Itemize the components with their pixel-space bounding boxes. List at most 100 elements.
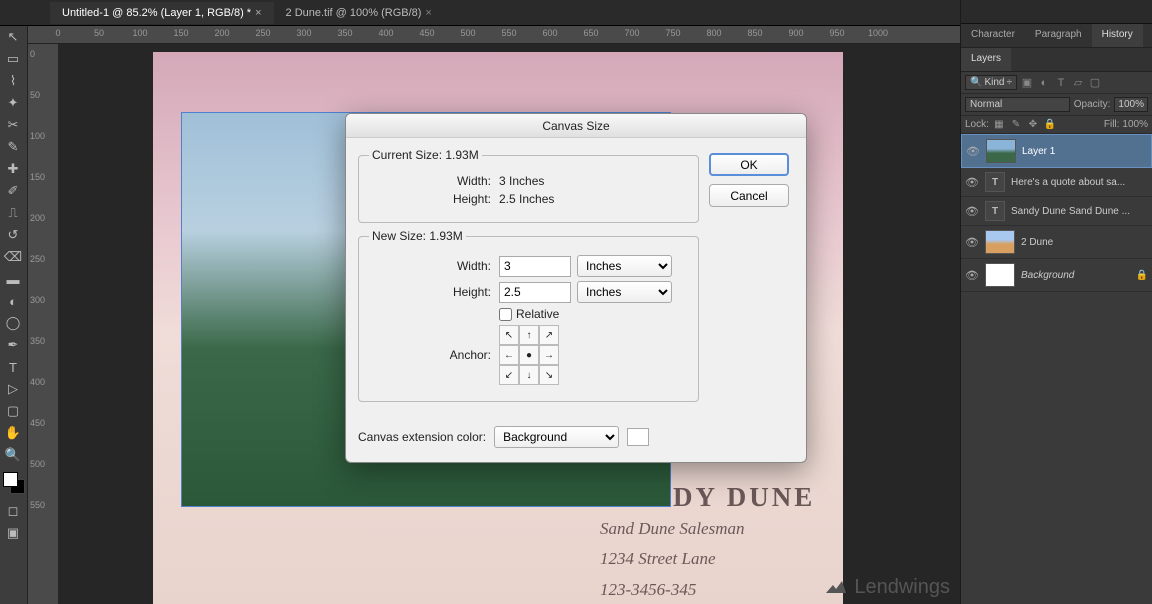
doc-tab-1[interactable]: Untitled-1 @ 85.2% (Layer 1, RGB/8) *× — [50, 2, 274, 24]
quickmask-icon[interactable]: ◻ — [0, 500, 26, 522]
layer-name: Sandy Dune Sand Dune ... — [1011, 206, 1148, 217]
tab-layers[interactable]: Layers — [961, 48, 1011, 71]
color-swatch[interactable] — [3, 472, 25, 494]
visibility-icon[interactable]: 👁 — [965, 236, 979, 249]
anchor-e[interactable]: → — [539, 345, 559, 365]
width-input[interactable] — [499, 256, 571, 277]
doc-tab-2[interactable]: 2 Dune.tif @ 100% (RGB/8)× — [274, 2, 444, 24]
anchor-n[interactable]: ↑ — [519, 325, 539, 345]
current-height-value: 2.5 Inches — [499, 192, 554, 206]
move-tool-icon[interactable]: ↖ — [0, 26, 26, 48]
hand-tool-icon[interactable]: ✋ — [0, 422, 26, 444]
zoom-tool-icon[interactable]: 🔍 — [0, 444, 26, 466]
blend-mode-select[interactable]: Normal — [965, 97, 1070, 112]
fill-value[interactable]: 100% — [1122, 119, 1148, 130]
layer-name: 2 Dune — [1021, 237, 1148, 248]
panel-tabs-upper: Character Paragraph History — [961, 24, 1152, 48]
close-icon[interactable]: × — [255, 7, 261, 19]
layer-thumb[interactable]: T — [985, 172, 1005, 192]
stamp-tool-icon[interactable]: ⎍ — [0, 202, 26, 224]
history-brush-icon[interactable]: ↺ — [0, 224, 26, 246]
eyedropper-icon[interactable]: ✎ — [0, 136, 26, 158]
extension-color-label: Canvas extension color: — [358, 430, 486, 444]
layer-thumb[interactable]: T — [985, 201, 1005, 221]
width-label: Width: — [369, 174, 499, 188]
layer-filter-kind[interactable]: 🔍 Kind ÷ — [965, 75, 1017, 90]
layer-thumb[interactable] — [985, 230, 1015, 254]
layer-row[interactable]: 👁 T Here's a quote about sa... — [961, 168, 1152, 197]
lock-all-icon[interactable]: 🔒 — [1043, 119, 1057, 130]
filter-type-icon[interactable]: T — [1054, 76, 1068, 90]
new-size-group: New Size: 1.93M Width: Inches Height: In… — [358, 229, 699, 402]
anchor-ne[interactable]: ↗ — [539, 325, 559, 345]
anchor-c[interactable]: ● — [519, 345, 539, 365]
healing-brush-icon[interactable]: ✚ — [0, 158, 26, 180]
filter-adjust-icon[interactable]: ◐ — [1037, 76, 1051, 90]
design-text-title[interactable]: Sand Dune Salesman — [600, 519, 744, 539]
lock-pixels-icon[interactable]: ✎ — [1009, 119, 1023, 130]
width-unit-select[interactable]: Inches — [577, 255, 672, 277]
path-tool-icon[interactable]: ▷ — [0, 378, 26, 400]
marquee-tool-icon[interactable]: ▭ — [0, 48, 26, 70]
eraser-tool-icon[interactable]: ⌫ — [0, 246, 26, 268]
lasso-tool-icon[interactable]: ⌇ — [0, 70, 26, 92]
anchor-label: Anchor: — [369, 348, 499, 362]
design-text-phone[interactable]: 123-3456-345 — [600, 580, 696, 600]
fg-color-icon[interactable] — [3, 472, 18, 487]
watermark: Lendwings — [824, 575, 950, 599]
type-tool-icon[interactable]: T — [0, 356, 26, 378]
extension-color-swatch[interactable] — [627, 428, 649, 446]
layer-row[interactable]: 👁 Layer 1 — [961, 134, 1152, 168]
relative-checkbox[interactable] — [499, 308, 512, 321]
visibility-icon[interactable]: 👁 — [965, 176, 979, 189]
ok-button[interactable]: OK — [709, 153, 789, 176]
lock-transparency-icon[interactable]: ▦ — [992, 119, 1006, 130]
height-input[interactable] — [499, 282, 571, 303]
height-unit-select[interactable]: Inches — [577, 281, 672, 303]
design-text-address[interactable]: 1234 Street Lane — [600, 549, 716, 569]
filter-shape-icon[interactable]: ▱ — [1071, 76, 1085, 90]
brush-tool-icon[interactable]: ✐ — [0, 180, 26, 202]
blur-tool-icon[interactable]: ◐ — [0, 290, 26, 312]
layer-thumb[interactable] — [986, 139, 1016, 163]
screen-mode-icon[interactable]: ▣ — [0, 522, 26, 544]
ruler-vertical[interactable]: 050100150200250300350400450500550 — [28, 44, 58, 604]
filter-pixel-icon[interactable]: ▣ — [1020, 76, 1034, 90]
dodge-tool-icon[interactable]: ◯ — [0, 312, 26, 334]
layer-name: Background — [1021, 270, 1130, 281]
filter-smart-icon[interactable]: ▢ — [1088, 76, 1102, 90]
toolbox: ↖ ▭ ⌇ ✦ ✂ ✎ ✚ ✐ ⎍ ↺ ⌫ ▬ ◐ ◯ ✒ T ▷ ▢ ✋ 🔍 … — [0, 26, 28, 604]
gradient-tool-icon[interactable]: ▬ — [0, 268, 26, 290]
visibility-icon[interactable]: 👁 — [965, 269, 979, 282]
anchor-sw[interactable]: ↙ — [499, 365, 519, 385]
tab-character[interactable]: Character — [961, 24, 1025, 47]
anchor-w[interactable]: ← — [499, 345, 519, 365]
visibility-icon[interactable]: 👁 — [966, 145, 980, 158]
layer-row[interactable]: 👁 Background 🔒 — [961, 259, 1152, 292]
dialog-title: Canvas Size — [346, 114, 806, 138]
anchor-se[interactable]: ↘ — [539, 365, 559, 385]
layer-name: Here's a quote about sa... — [1011, 177, 1148, 188]
crop-tool-icon[interactable]: ✂ — [0, 114, 26, 136]
visibility-icon[interactable]: 👁 — [965, 205, 979, 218]
layer-filter-row: 🔍 Kind ÷ ▣ ◐ T ▱ ▢ — [961, 72, 1152, 94]
design-text-name[interactable]: DY DUNE — [673, 482, 815, 513]
layer-thumb[interactable] — [985, 263, 1015, 287]
ruler-horizontal[interactable]: 0501001502002503003504004505005506006507… — [28, 26, 960, 44]
shape-tool-icon[interactable]: ▢ — [0, 400, 26, 422]
extension-color-select[interactable]: Background — [494, 426, 619, 448]
close-icon[interactable]: × — [425, 7, 431, 19]
anchor-nw[interactable]: ↖ — [499, 325, 519, 345]
layer-row[interactable]: 👁 T Sandy Dune Sand Dune ... — [961, 197, 1152, 226]
tab-history[interactable]: History — [1092, 24, 1143, 47]
opacity-value[interactable]: 100% — [1114, 97, 1148, 112]
pen-tool-icon[interactable]: ✒ — [0, 334, 26, 356]
panel-tabs-layers: Layers — [961, 48, 1152, 72]
anchor-s[interactable]: ↓ — [519, 365, 539, 385]
magic-wand-icon[interactable]: ✦ — [0, 92, 26, 114]
tab-paragraph[interactable]: Paragraph — [1025, 24, 1092, 47]
layer-row[interactable]: 👁 2 Dune — [961, 226, 1152, 259]
lock-position-icon[interactable]: ✥ — [1026, 119, 1040, 130]
lock-icon: 🔒 — [1136, 270, 1148, 281]
cancel-button[interactable]: Cancel — [709, 184, 789, 207]
